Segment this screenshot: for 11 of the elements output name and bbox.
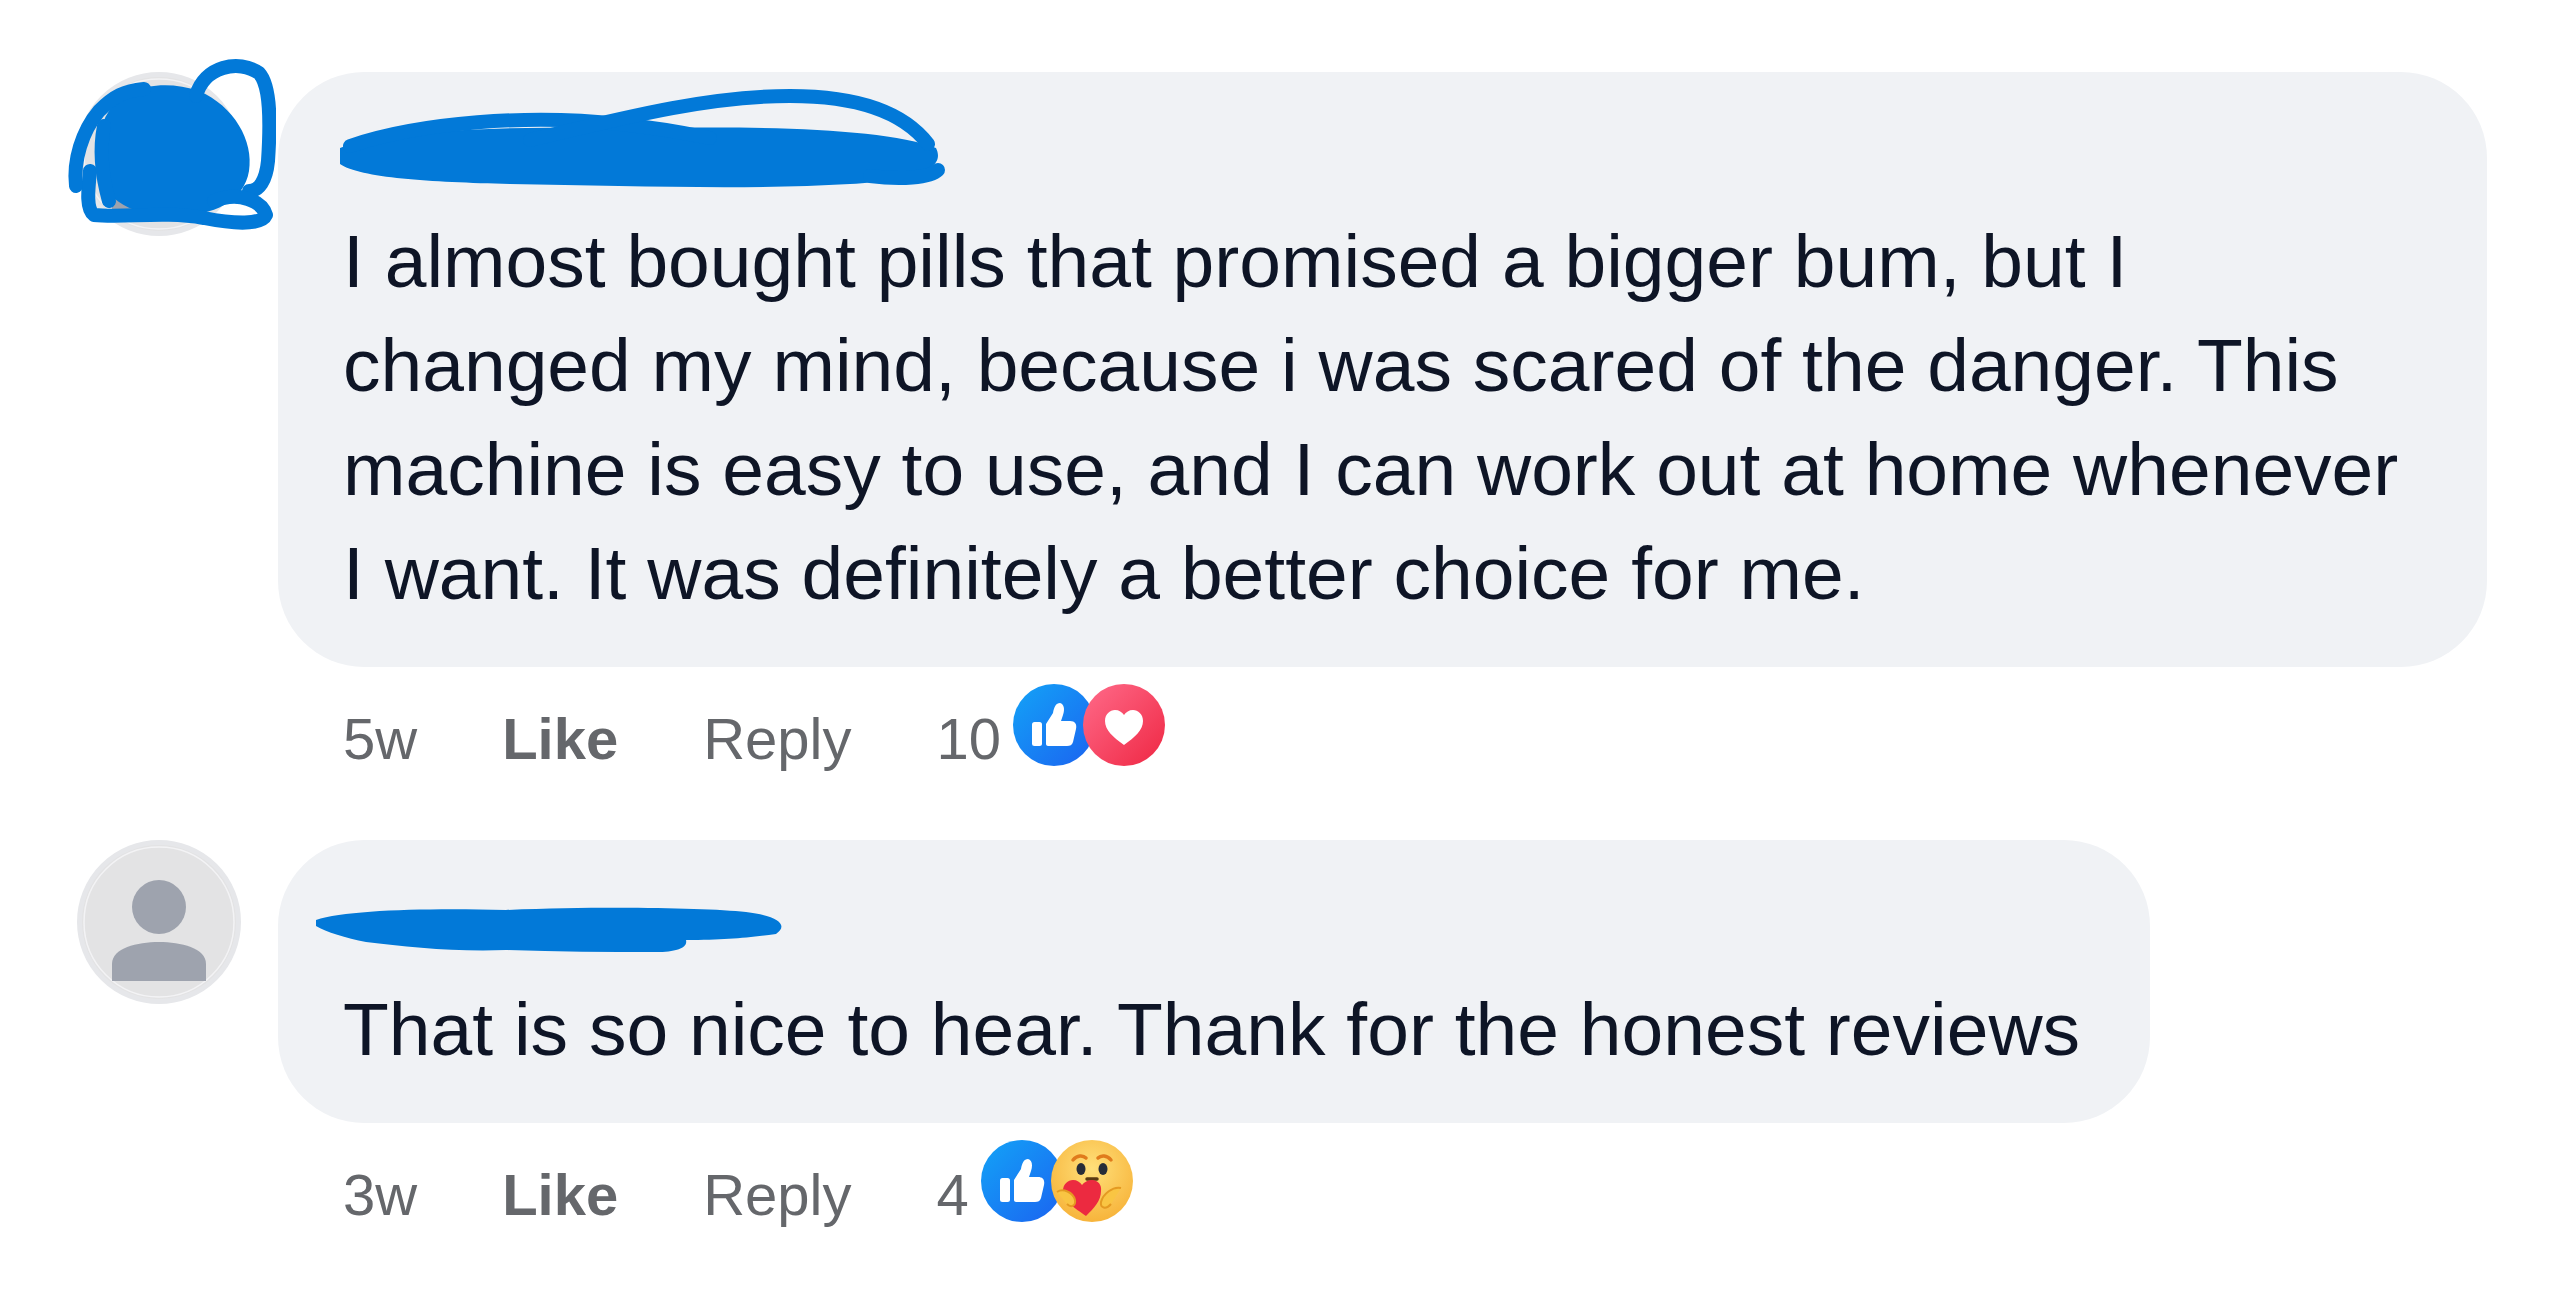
- like-button[interactable]: Like: [502, 1153, 619, 1237]
- comment-text: I almost bought pills that promised a bigger bum, but I changed my mind, because i was scared of the danger. This machine is easy to use, and I can work out at home whenever I want. It was definitely a better choice for me.: [343, 218, 2400, 617]
- reaction-count: 4: [936, 1161, 969, 1229]
- timestamp: 5w: [343, 705, 418, 773]
- hug-emoji-icon: [1050, 1140, 1133, 1222]
- reply-button[interactable]: Reply: [703, 1153, 852, 1237]
- comment-text: That is so nice to hear. Thank for the honest reviews: [343, 986, 2081, 1073]
- timestamp: 3w: [343, 1161, 418, 1229]
- like-button[interactable]: Like: [502, 697, 619, 781]
- reply-button[interactable]: Reply: [703, 697, 852, 781]
- reaction-count: 10: [936, 705, 1002, 773]
